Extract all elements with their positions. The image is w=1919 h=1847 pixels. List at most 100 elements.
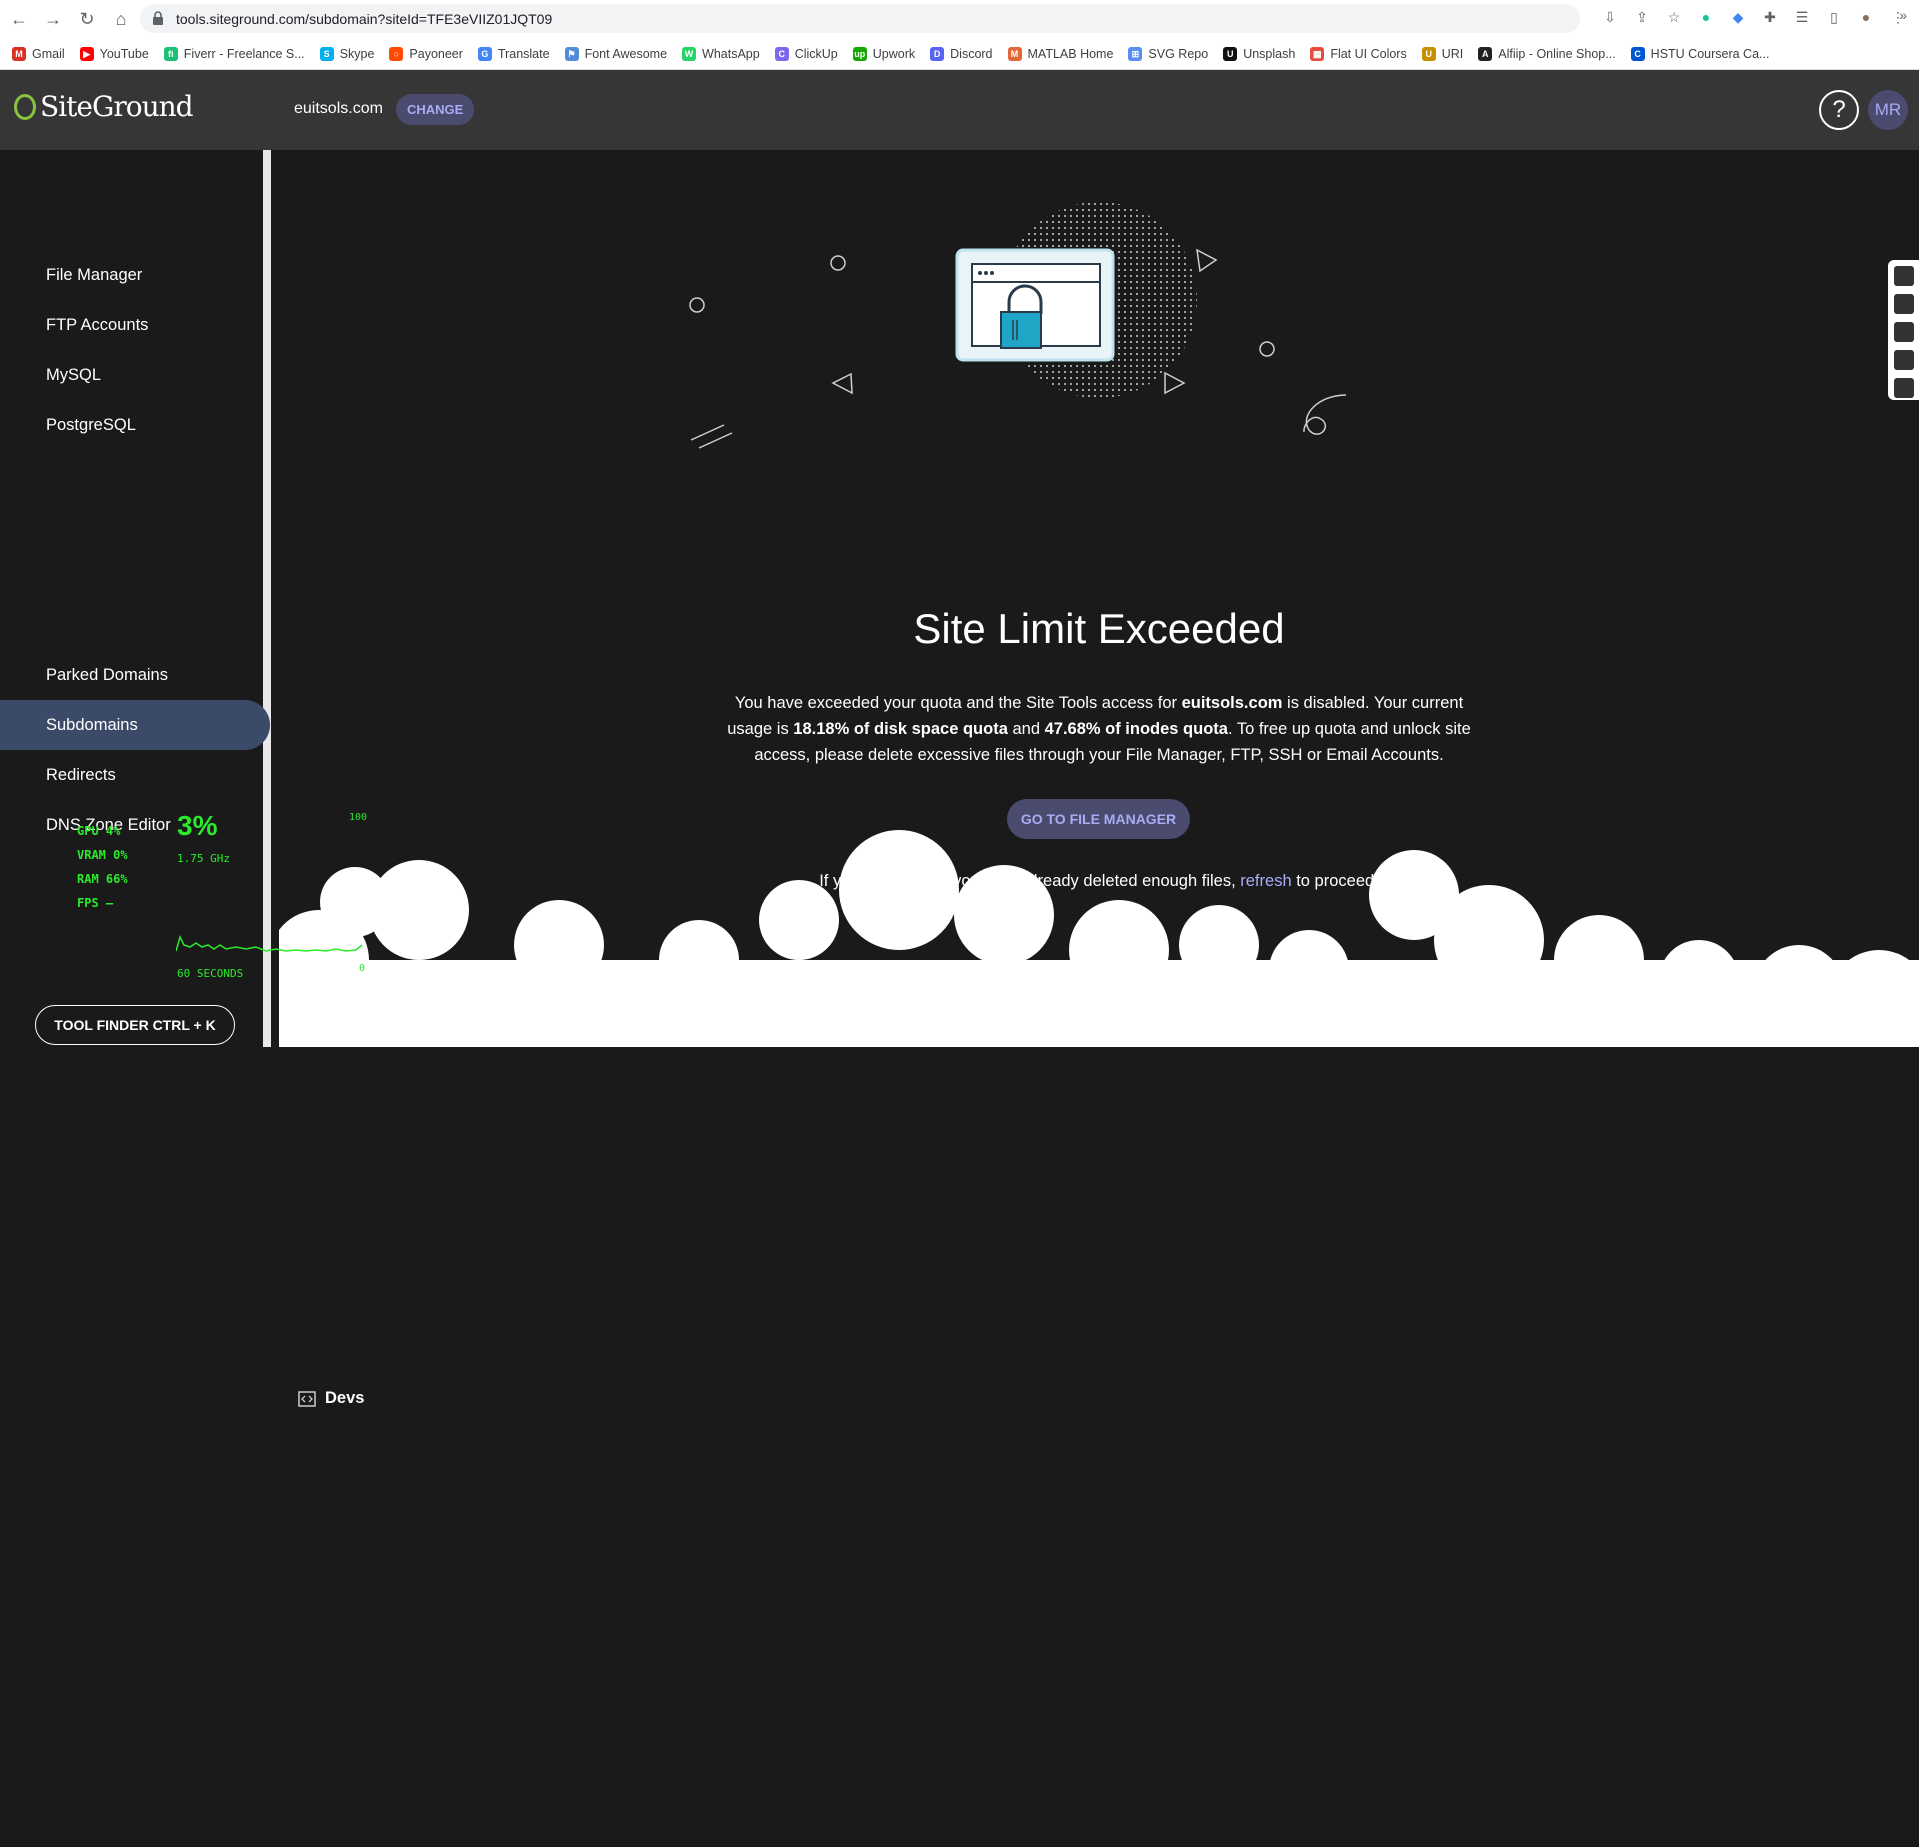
- bookmark-label: MATLAB Home: [1027, 47, 1114, 61]
- window-icon[interactable]: [1893, 350, 1914, 370]
- translate-extension-icon[interactable]: ◆: [1727, 6, 1749, 28]
- url-bar[interactable]: tools.siteground.com/subdomain?siteId=TF…: [140, 4, 1580, 33]
- sidebar-item-label: MySQL: [46, 365, 102, 384]
- sidebar-item-label: File Manager: [46, 265, 143, 284]
- code-icon: [298, 1390, 316, 1407]
- sidebar-item-redirects[interactable]: Redirects: [0, 750, 271, 800]
- install-icon[interactable]: ⇩: [1599, 6, 1621, 28]
- bookmark-item[interactable]: C ClickUp: [774, 47, 838, 61]
- bookmark-item[interactable]: ▶ YouTube: [79, 47, 149, 61]
- bookmark-favicon-icon: ○: [389, 47, 404, 61]
- tool-finder-button[interactable]: TOOL FINDER CTRL + K: [35, 1005, 235, 1045]
- ram-usage: RAM 66%: [77, 872, 128, 886]
- star-icon[interactable]: ☆: [1663, 6, 1685, 28]
- bookmark-favicon-icon: up: [852, 47, 867, 61]
- camera-icon[interactable]: [1893, 294, 1914, 314]
- profile-icon[interactable]: ●: [1855, 6, 1877, 28]
- site-name: euitsols.com: [294, 100, 383, 117]
- hero-illustration: [689, 202, 1347, 449]
- graph-max-label: 100: [349, 812, 368, 823]
- bookmark-item[interactable]: fi Fiverr - Freelance S...: [163, 47, 305, 61]
- bookmark-label: Discord: [950, 47, 993, 61]
- browser-toolbar: ⇩ ⇪ ☆ ● ◆ ✚ ☰ ▯ ● ⋮: [1599, 6, 1909, 28]
- browser-chrome: ← → ↻ ⌂ tools.siteground.com/subdomain?s…: [0, 0, 1919, 70]
- bookmark-item[interactable]: D Discord: [930, 47, 993, 61]
- gear-icon[interactable]: [1893, 378, 1914, 398]
- sidebar-item-subdomains[interactable]: Subdomains: [0, 700, 270, 750]
- sidebar-item-parked-domains[interactable]: Parked Domains: [0, 650, 271, 700]
- bookmark-item[interactable]: up Upwork: [852, 47, 915, 61]
- app-header: SiteGround euitsols.com CHANGE ? MR: [0, 70, 1919, 150]
- bookmark-item[interactable]: C HSTU Coursera Ca...: [1630, 47, 1770, 61]
- side-panel-icon[interactable]: ▯: [1823, 6, 1845, 28]
- sidebar-item-label: Parked Domains: [46, 665, 168, 684]
- bookmark-favicon-icon: U: [1421, 47, 1436, 61]
- home-icon[interactable]: ⌂: [106, 4, 136, 34]
- lock-icon: [153, 11, 163, 25]
- sidebar-item-label: FTP Accounts: [46, 315, 149, 334]
- bookmark-item[interactable]: ○ Payoneer: [389, 47, 463, 61]
- forward-icon[interactable]: →: [38, 4, 68, 34]
- sidebar-item-postgresql[interactable]: PostgreSQL: [0, 400, 271, 450]
- video-icon[interactable]: [1893, 322, 1914, 342]
- bookmark-label: SVG Repo: [1148, 47, 1209, 61]
- bookmarks-bar: M Gmail ▶ YouTube fi Fiverr - Freelance S... S…: [0, 38, 1919, 70]
- share-icon[interactable]: ⇪: [1631, 6, 1653, 28]
- bookmark-item[interactable]: M MATLAB Home: [1007, 47, 1114, 61]
- fps-readout: FPS —: [77, 896, 114, 910]
- bookmark-label: URI: [1441, 47, 1464, 61]
- back-icon[interactable]: ←: [4, 4, 34, 34]
- sidebar-item-label: Devs: [325, 1389, 365, 1407]
- bookmark-label: Gmail: [32, 47, 65, 61]
- bookmark-label: YouTube: [99, 47, 149, 61]
- bookmark-item[interactable]: A Alfiip - Online Shop...: [1478, 47, 1616, 61]
- graph-window-label: 60 SECONDS: [177, 967, 244, 980]
- bookmark-favicon-icon: ▶: [79, 47, 94, 61]
- sidebar-item-devs[interactable]: Devs: [279, 950, 1919, 1847]
- bookmark-item[interactable]: ▦ Flat UI Colors: [1310, 47, 1407, 61]
- sidebar-item-label: Redirects: [46, 765, 116, 784]
- disk-usage: 18.18% of disk space quota: [793, 720, 1008, 738]
- bookmark-label: Skype: [339, 47, 375, 61]
- bookmark-item[interactable]: ⊞ SVG Repo: [1128, 47, 1208, 61]
- bookmark-label: Payoneer: [409, 47, 463, 61]
- avatar[interactable]: MR: [1868, 90, 1908, 130]
- reload-icon[interactable]: ↻: [72, 4, 102, 34]
- url-text: tools.siteground.com/subdomain?siteId=TF…: [176, 10, 553, 27]
- bookmark-favicon-icon: ⚑: [564, 47, 579, 61]
- bookmark-item[interactable]: W WhatsApp: [682, 47, 760, 61]
- bookmarks-more-icon[interactable]: »: [1899, 7, 1907, 23]
- main-content: Site Limit Exceeded You have exceeded yo…: [279, 150, 1919, 1047]
- bookmark-favicon-icon: G: [477, 47, 492, 61]
- sidebar-item-mysql[interactable]: MySQL: [0, 350, 271, 400]
- extensions-icon[interactable]: ✚: [1759, 6, 1781, 28]
- sidebar-item-label: Subdomains: [46, 715, 138, 734]
- bookmark-item[interactable]: U URI: [1421, 47, 1464, 61]
- sidebar-item-label: PostgreSQL: [46, 415, 136, 434]
- cpu-frequency: 1.75 GHz: [177, 852, 230, 865]
- bookmark-item[interactable]: U Unsplash: [1223, 47, 1295, 61]
- inodes-usage: 47.68% of inodes quota: [1044, 720, 1228, 738]
- cpu-graph: [176, 934, 363, 952]
- change-site-button[interactable]: CHANGE: [396, 94, 475, 125]
- address-row: ← → ↻ ⌂ tools.siteground.com/subdomain?s…: [0, 0, 1919, 38]
- reading-list-icon[interactable]: ☰: [1791, 6, 1813, 28]
- bookmark-item[interactable]: G Translate: [477, 47, 550, 61]
- bookmark-item[interactable]: M Gmail: [12, 47, 65, 61]
- bookmark-item[interactable]: S Skype: [319, 47, 375, 61]
- bookmark-favicon-icon: M: [12, 47, 26, 61]
- capture-menu-icon[interactable]: [1893, 266, 1914, 286]
- grammarly-icon[interactable]: ●: [1695, 6, 1717, 28]
- help-icon[interactable]: ?: [1819, 90, 1859, 130]
- bookmark-label: HSTU Coursera Ca...: [1650, 47, 1770, 61]
- screen-capture-toolbar: [1888, 260, 1919, 400]
- bookmark-favicon-icon: C: [774, 47, 789, 61]
- bookmark-item[interactable]: ⚑ Font Awesome: [564, 47, 667, 61]
- siteground-logo[interactable]: SiteGround: [14, 90, 194, 123]
- cpu-usage: 3%: [177, 810, 218, 841]
- bookmark-label: Translate: [497, 47, 550, 61]
- bookmark-favicon-icon: S: [319, 47, 334, 61]
- sidebar-item-ftp-accounts[interactable]: FTP Accounts: [0, 300, 271, 350]
- sidebar-item-file-manager[interactable]: File Manager: [0, 250, 271, 300]
- bookmark-favicon-icon: A: [1478, 47, 1493, 61]
